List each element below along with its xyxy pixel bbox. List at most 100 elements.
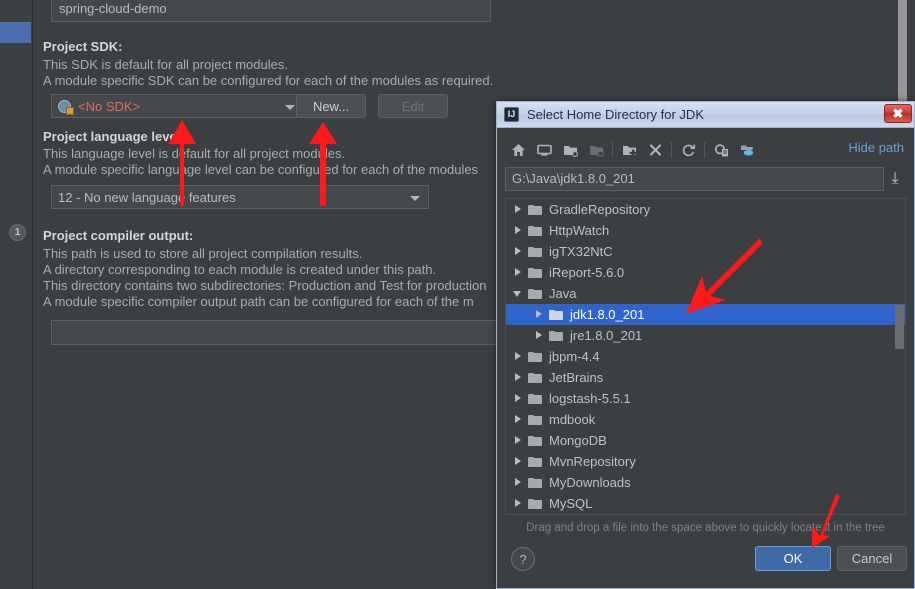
tree-row-label: iReport-5.6.0 <box>549 265 625 280</box>
chevron-down-icon-2 <box>410 196 420 201</box>
new-sdk-button[interactable]: New... <box>296 94 366 118</box>
chevron-down-icon <box>285 105 295 110</box>
path-history-dropdown-icon[interactable]: ⤓ <box>884 167 906 191</box>
ok-button[interactable]: OK <box>755 546 831 571</box>
tree-row[interactable]: Java <box>506 283 905 304</box>
folder-icon <box>528 498 543 510</box>
tree-row[interactable]: MvnRepository <box>506 451 905 472</box>
language-level-combo[interactable]: 12 - No new language features <box>51 185 429 209</box>
tree-row[interactable]: MyDownloads <box>506 472 905 493</box>
chevron-right-icon[interactable] <box>512 497 525 510</box>
tree-scrollbar-thumb[interactable] <box>895 305 904 349</box>
project-sdk-desc-2: A module specific SDK can be configured … <box>43 73 494 88</box>
project-name-field[interactable]: spring-cloud-demo <box>51 0 491 22</box>
project-sdk-desc-1: This SDK is default for all project modu… <box>43 57 288 72</box>
language-level-heading: Project language level: <box>43 129 185 144</box>
cancel-button[interactable]: Cancel <box>837 546 907 571</box>
tree-row-label: jre1.8.0_201 <box>570 328 643 343</box>
refresh-icon[interactable] <box>675 138 701 162</box>
chevron-right-icon[interactable] <box>512 203 525 216</box>
project-folder-icon[interactable] <box>557 138 583 162</box>
folder-icon <box>549 309 564 321</box>
close-icon[interactable]: ✖ <box>884 104 912 123</box>
delete-icon[interactable] <box>642 138 668 162</box>
chevron-right-icon[interactable] <box>512 413 525 426</box>
folder-icon <box>528 267 543 279</box>
path-input[interactable]: G:\Java\jdk1.8.0_201 <box>505 167 884 191</box>
hide-path-link[interactable]: Hide path <box>848 140 904 155</box>
compiler-output-desc-1: This path is used to store all project c… <box>43 246 363 261</box>
tree-row-label: mdbook <box>549 412 596 427</box>
language-level-desc-1: This language level is default for all p… <box>43 146 346 161</box>
ide-left-sidebar: 1 <box>0 0 33 589</box>
drive-icon[interactable] <box>734 138 760 162</box>
new-folder-icon[interactable] <box>616 138 642 162</box>
tree-row[interactable]: HttpWatch <box>506 220 905 241</box>
project-sdk-combo[interactable]: <No SDK> <box>51 94 304 118</box>
tree-row[interactable]: jbpm-4.4 <box>506 346 905 367</box>
dialog-title: Select Home Directory for JDK <box>527 107 704 122</box>
chevron-right-icon[interactable] <box>512 224 525 237</box>
chevron-right-icon[interactable] <box>512 371 525 384</box>
tree-row[interactable]: GradleRepository <box>506 199 905 220</box>
tree-row[interactable]: Navicat Premium <box>506 514 905 515</box>
tree-row-label: jdk1.8.0_201 <box>570 307 645 322</box>
tree-row-label: HttpWatch <box>549 223 610 238</box>
dialog-toolbar: Hide path <box>505 136 906 164</box>
home-icon[interactable] <box>505 138 531 162</box>
chevron-right-icon[interactable] <box>512 392 525 405</box>
tree-row[interactable]: MySQL <box>506 493 905 514</box>
directory-tree[interactable]: GradleRepository HttpWatch igTX32NtC iRepor… <box>505 198 906 515</box>
dialog-titlebar[interactable]: IJ Select Home Directory for JDK ✖ <box>497 102 914 128</box>
tree-row-label: JetBrains <box>549 370 604 385</box>
tree-row[interactable]: logstash-5.5.1 <box>506 388 905 409</box>
compiler-output-desc-2: A directory corresponding to each module… <box>43 262 437 277</box>
chevron-right-icon[interactable] <box>512 266 525 279</box>
tree-row-label: logstash-5.5.1 <box>549 391 631 406</box>
project-sdk-value: <No SDK> <box>78 98 141 114</box>
folder-icon <box>528 435 543 447</box>
screen: 1 spring-cloud-demo Project SDK: This SD… <box>0 0 915 589</box>
help-button[interactable]: ? <box>511 547 535 571</box>
tree-row-label: MongoDB <box>549 433 607 448</box>
chevron-right-icon[interactable] <box>512 245 525 258</box>
toolbar-separator-3 <box>704 142 705 158</box>
show-hidden-icon[interactable] <box>708 138 734 162</box>
chevron-right-icon[interactable] <box>533 329 546 342</box>
compiler-output-desc-3: This directory contains two subdirectori… <box>43 278 487 293</box>
tree-row-label: MvnRepository <box>549 454 636 469</box>
tree-row[interactable]: jdk1.8.0_201 <box>506 304 905 325</box>
desktop-icon[interactable] <box>531 138 557 162</box>
tree-row[interactable]: igTX32NtC <box>506 241 905 262</box>
edit-sdk-button[interactable]: Edit <box>378 94 448 118</box>
step-badge-1: 1 <box>9 224 26 241</box>
compiler-output-heading: Project compiler output: <box>43 228 194 243</box>
dialog-body: Hide path G:\Java\jdk1.8.0_201 ⤓ GradleR… <box>497 128 914 588</box>
tree-row[interactable]: jre1.8.0_201 <box>506 325 905 346</box>
chevron-right-icon[interactable] <box>533 308 546 321</box>
folder-icon <box>528 225 543 237</box>
sdk-warning-icon <box>58 99 74 115</box>
folder-icon <box>528 393 543 405</box>
toolbar-separator-2 <box>671 142 672 158</box>
tree-row[interactable]: iReport-5.6.0 <box>506 262 905 283</box>
folder-icon <box>528 414 543 426</box>
tree-row[interactable]: JetBrains <box>506 367 905 388</box>
language-level-desc-2: A module specific language level can be … <box>43 162 479 177</box>
folder-icon <box>528 204 543 216</box>
chevron-right-icon[interactable] <box>512 434 525 447</box>
chevron-down-icon[interactable] <box>512 287 525 300</box>
folder-icon <box>528 372 543 384</box>
chevron-right-icon[interactable] <box>512 455 525 468</box>
chevron-right-icon[interactable] <box>512 350 525 363</box>
language-level-value: 12 - No new language features <box>58 189 236 205</box>
sidebar-item-project[interactable] <box>0 22 31 43</box>
folder-icon <box>528 456 543 468</box>
tree-row-label: Java <box>549 286 577 301</box>
project-sdk-heading: Project SDK: <box>43 39 123 54</box>
tree-row[interactable]: mdbook <box>506 409 905 430</box>
folder-icon <box>549 330 564 342</box>
chevron-right-icon[interactable] <box>512 476 525 489</box>
dialog-footer: ? OK Cancel <box>497 538 914 588</box>
tree-row[interactable]: MongoDB <box>506 430 905 451</box>
